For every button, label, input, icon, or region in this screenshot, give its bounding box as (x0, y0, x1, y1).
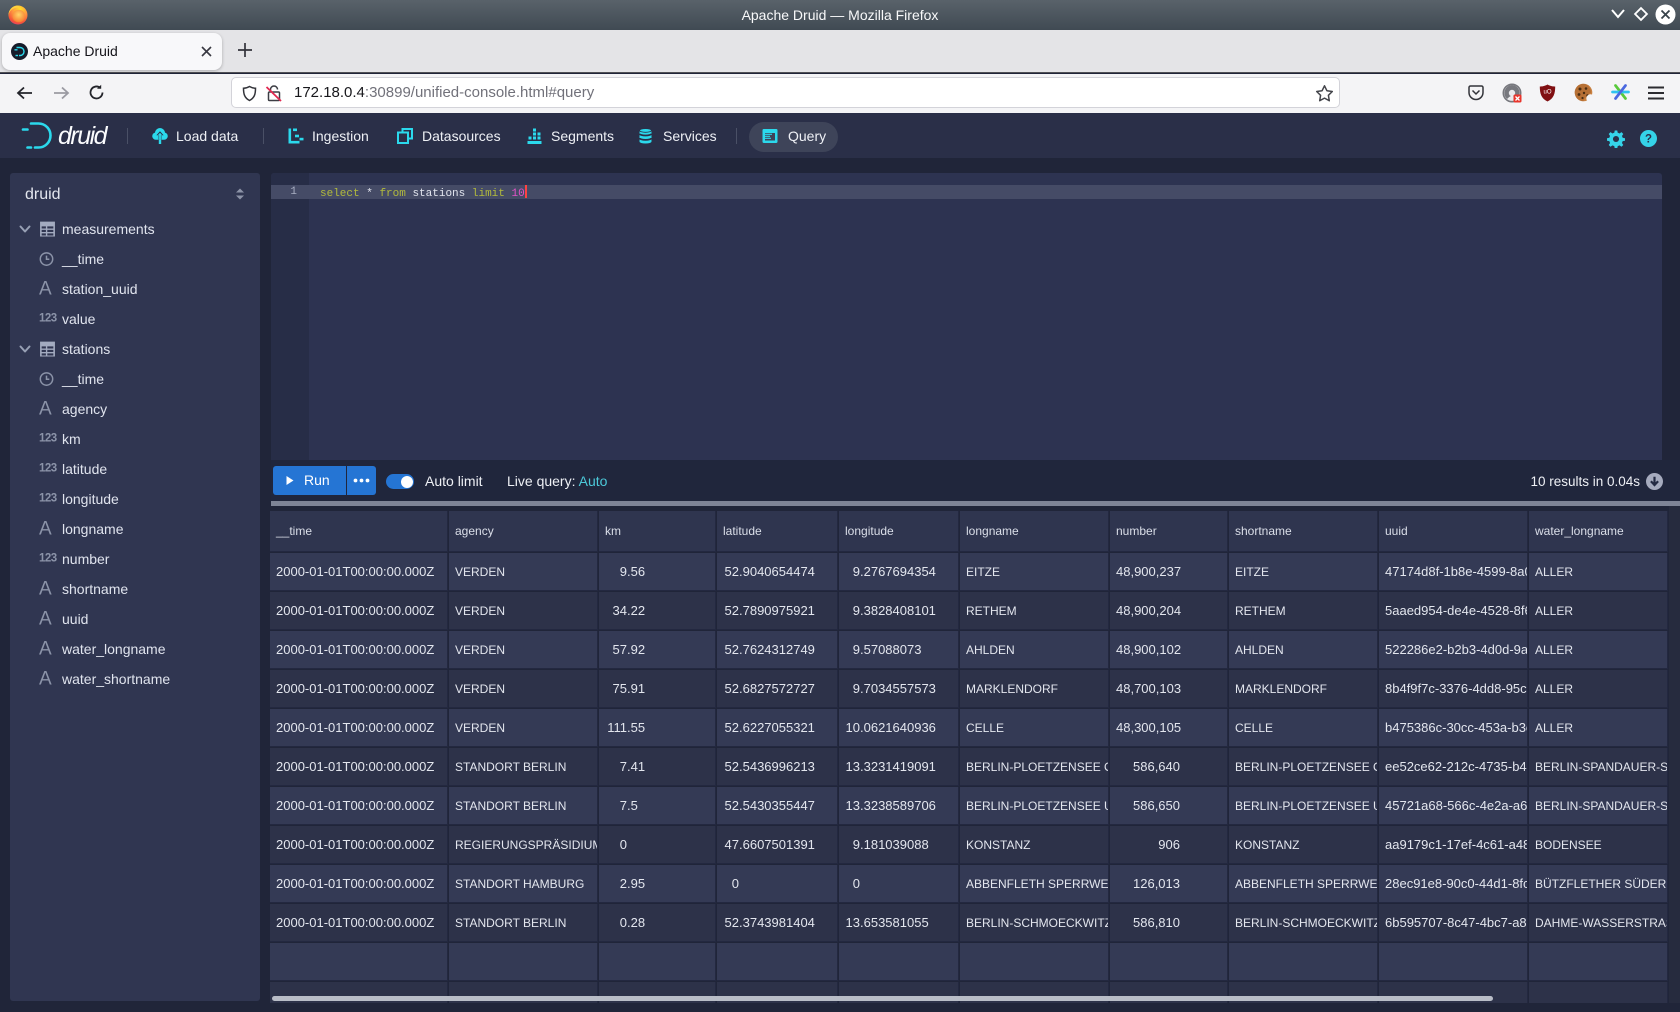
svg-text:uO: uO (1543, 90, 1551, 96)
svg-text:?: ? (1645, 134, 1652, 146)
